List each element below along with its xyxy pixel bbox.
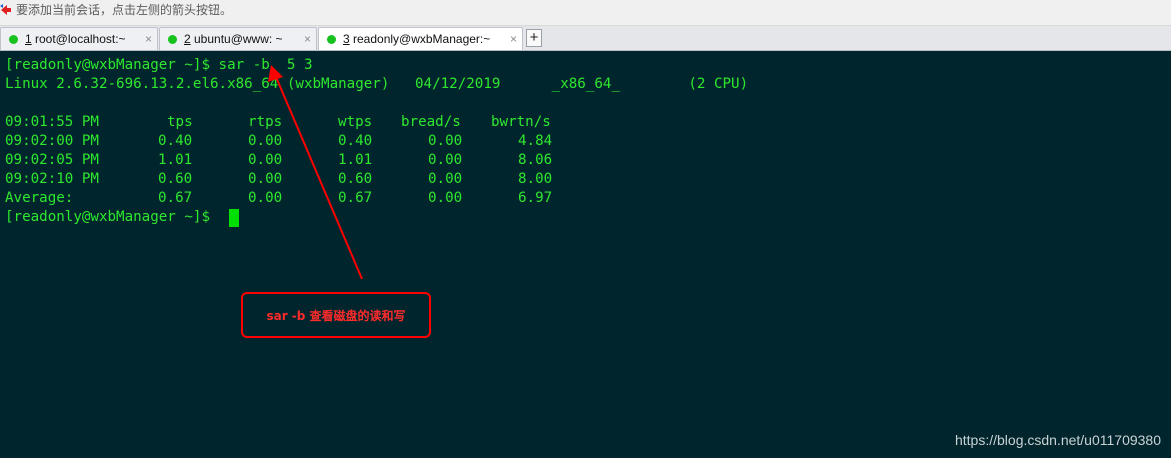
status-dot-icon (327, 35, 336, 44)
close-icon[interactable]: × (304, 28, 311, 50)
status-dot-icon (168, 35, 177, 44)
close-icon[interactable]: × (510, 28, 517, 50)
tab-title: ubuntu@www: ~ (194, 32, 283, 46)
tab-ubuntu-www[interactable]: 2 ubuntu@www: ~ × (159, 27, 317, 50)
annotation-arrow (268, 65, 363, 280)
watermark-text: https://blog.csdn.net/u011709380 (954, 432, 1161, 448)
terminal-output[interactable]: [readonly@wxbManager ~]$ sar -b 5 3 Linu… (0, 51, 1171, 458)
tab-readonly-wxbmanager[interactable]: 3 readonly@wxbManager:~ × (318, 27, 523, 50)
tab-number: 3 (343, 32, 350, 46)
red-left-arrow-icon[interactable] (0, 4, 12, 16)
annotation-text: sar -b 查看磁盘的读和写 (266, 309, 406, 323)
hint-text: 要添加当前会话，点击左侧的箭头按钮。 (16, 3, 233, 17)
annotation-box: sar -b 查看磁盘的读和写 (241, 292, 431, 338)
status-dot-icon (9, 35, 18, 44)
add-tab-button[interactable]: + (526, 29, 542, 47)
session-hint-bar: 要添加当前会话，点击左侧的箭头按钮。 (0, 0, 1171, 26)
tab-title: root@localhost:~ (35, 32, 126, 46)
close-icon[interactable]: × (145, 28, 152, 50)
session-tab-bar: 1 root@localhost:~ × 2 ubuntu@www: ~ × 3… (0, 26, 1171, 51)
tab-title: readonly@wxbManager:~ (353, 32, 491, 46)
tab-number: 2 (184, 32, 191, 46)
tab-number: 1 (25, 32, 32, 46)
tab-root-localhost[interactable]: 1 root@localhost:~ × (0, 27, 158, 50)
